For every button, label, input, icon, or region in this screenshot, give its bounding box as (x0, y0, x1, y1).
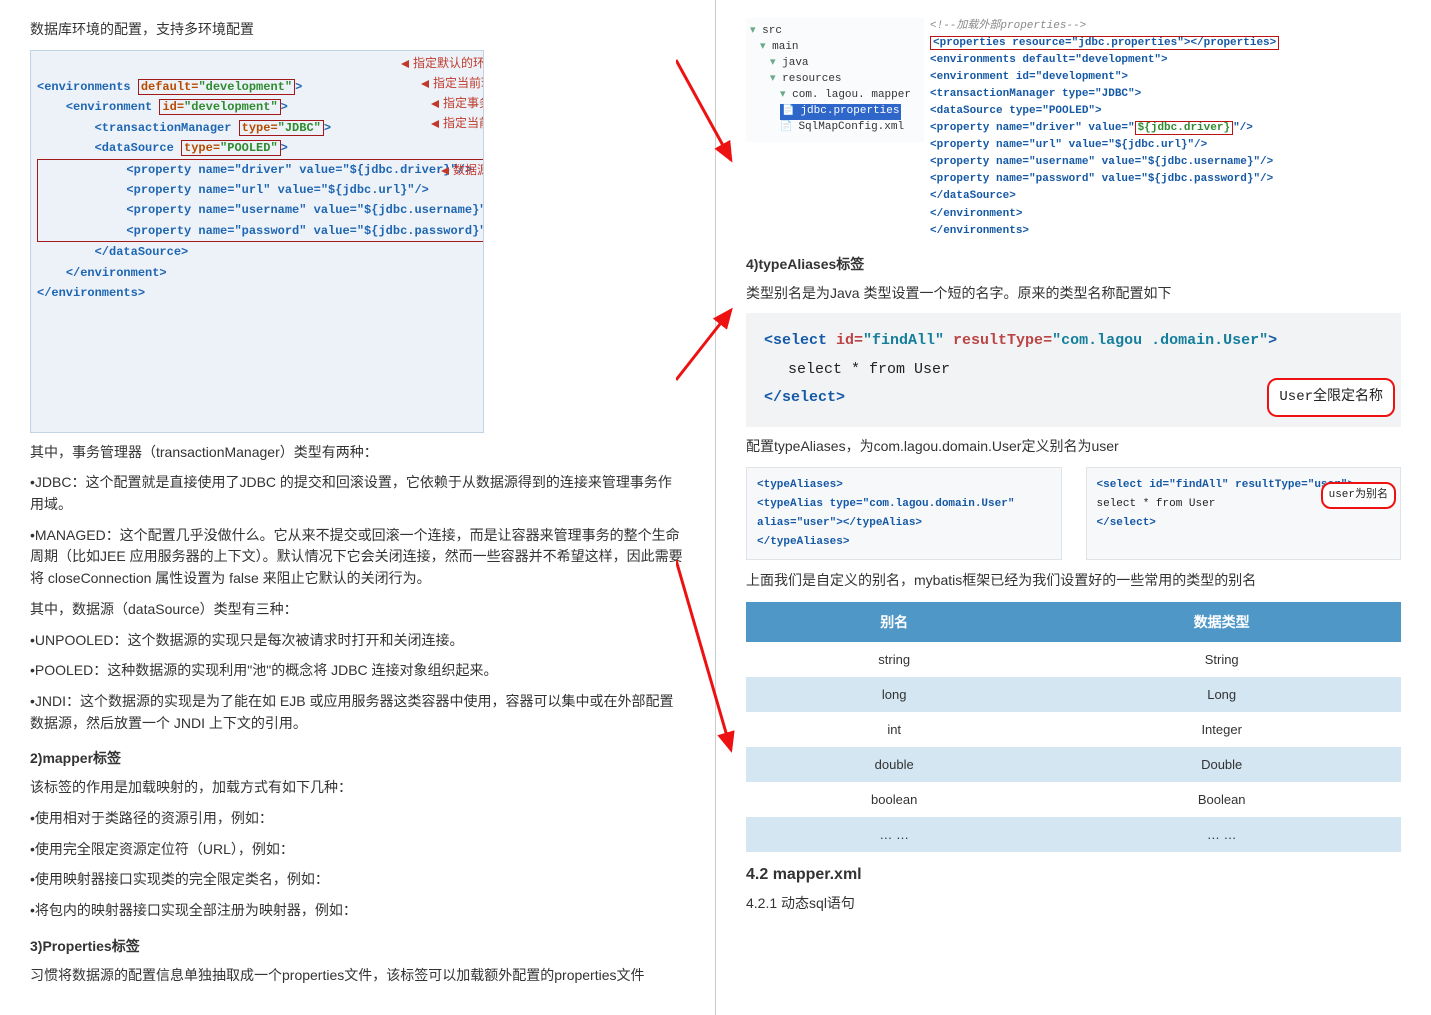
select-code-block: <select id="findAll" resultType="com.lag… (746, 313, 1401, 427)
table-row: stringString (746, 642, 1401, 677)
table-cell: … … (746, 817, 1042, 852)
table-cell: Boolean (1042, 782, 1401, 817)
text: •使用完全限定资源定位符（URL），例如： (30, 839, 685, 861)
callout-current-env: 指定当前环境的名称 (421, 74, 484, 94)
callout-default-env: 指定默认的环境名称 (401, 54, 484, 74)
properties-figure: src main java resources com. lagou. mapp… (746, 18, 1401, 240)
heading-properties: 3)Properties标签 (30, 936, 685, 956)
text: •使用相对于类路径的资源引用，例如： (30, 808, 685, 830)
selected-file[interactable]: jdbc.properties (780, 104, 901, 120)
left-column: 数据库环境的配置，支持多环境配置 <environments default="… (0, 0, 716, 1015)
text: 上面我们是自定义的别名，mybatis框架已经为我们设置好的一些常用的类型的别名 (746, 570, 1401, 592)
text: •MANAGED：这个配置几乎没做什么。它从来不提交或回滚一个连接，而是让容器来… (30, 525, 685, 590)
typealias-def-code: <typeAliases> <typeAlias type="com.lagou… (746, 467, 1062, 560)
note-user-fqn: User全限定名称 (1267, 378, 1395, 417)
environments-code-block: <environments default="development"> <en… (30, 50, 484, 433)
table-row: doubleDouble (746, 747, 1401, 782)
text: 配置typeAliases，为com.lagou.domain.User定义别名… (746, 436, 1401, 458)
text: •POOLED：这种数据源的实现利用"池"的概念将 JDBC 连接对象组织起来。 (30, 660, 685, 682)
text: 习惯将数据源的配置信息单独抽取成一个properties文件，该标签可以加载额外… (30, 965, 685, 987)
properties-code: <!--加载外部properties--> <properties resour… (930, 18, 1401, 240)
th-alias: 别名 (746, 602, 1042, 642)
heading-mapper-xml: 4.2 mapper.xml (746, 866, 1401, 884)
table-cell: Long (1042, 677, 1401, 712)
table-cell: Integer (1042, 712, 1401, 747)
table-row: longLong (746, 677, 1401, 712)
text: •将包内的映射器接口实现全部注册为映射器，例如： (30, 900, 685, 922)
text: •UNPOOLED：这个数据源的实现只是每次被请求时打开和关闭连接。 (30, 630, 685, 652)
callout-ds-type: 指定当前数据源类型是连接池 (431, 114, 484, 134)
table-cell: int (746, 712, 1042, 747)
table-cell: long (746, 677, 1042, 712)
typealias-two-blocks: <typeAliases> <typeAlias type="com.lagou… (746, 467, 1401, 560)
th-type: 数据类型 (1042, 602, 1401, 642)
heading-typealiases: 4)typeAliases标签 (746, 254, 1401, 274)
table-row: … …… … (746, 817, 1401, 852)
right-column: src main java resources com. lagou. mapp… (716, 0, 1431, 1015)
text: 类型别名是为Java 类型设置一个短的名字。原来的类型名称配置如下 (746, 283, 1401, 305)
text: 其中，数据源（dataSource）类型有三种： (30, 599, 685, 621)
typealias-use-code: <select id="findAll" resultType="user"> … (1086, 467, 1402, 560)
table-cell: boolean (746, 782, 1042, 817)
callout-ds-params: 数据源配置的基本参数 (441, 161, 484, 181)
table-cell: … … (1042, 817, 1401, 852)
heading-mapper: 2)mapper标签 (30, 748, 685, 768)
note-user-alias: user为别名 (1321, 482, 1396, 509)
table-row: booleanBoolean (746, 782, 1401, 817)
intro-text: 数据库环境的配置，支持多环境配置 (30, 19, 685, 41)
text: •JNDI：这个数据源的实现是为了能在如 EJB 或应用服务器这类容器中使用，容… (30, 691, 685, 734)
table-row: intInteger (746, 712, 1401, 747)
table-cell: Double (1042, 747, 1401, 782)
text: •JDBC：这个配置就是直接使用了JDBC 的提交和回滚设置，它依赖于从数据源得… (30, 472, 685, 515)
text: 其中，事务管理器（transactionManager）类型有两种： (30, 442, 685, 464)
callout-tx-type: 指定事务管理类型是JDBC (431, 94, 484, 114)
table-cell: string (746, 642, 1042, 677)
table-cell: String (1042, 642, 1401, 677)
heading-dynamic-sql: 4.2.1 动态sql语句 (746, 893, 1401, 915)
alias-table: 别名 数据类型 stringStringlongLongintIntegerdo… (746, 602, 1401, 852)
text: •使用映射器接口实现类的完全限定类名，例如： (30, 869, 685, 891)
table-cell: double (746, 747, 1042, 782)
project-tree: src main java resources com. lagou. mapp… (746, 18, 924, 142)
text: 该标签的作用是加载映射的，加载方式有如下几种： (30, 777, 685, 799)
